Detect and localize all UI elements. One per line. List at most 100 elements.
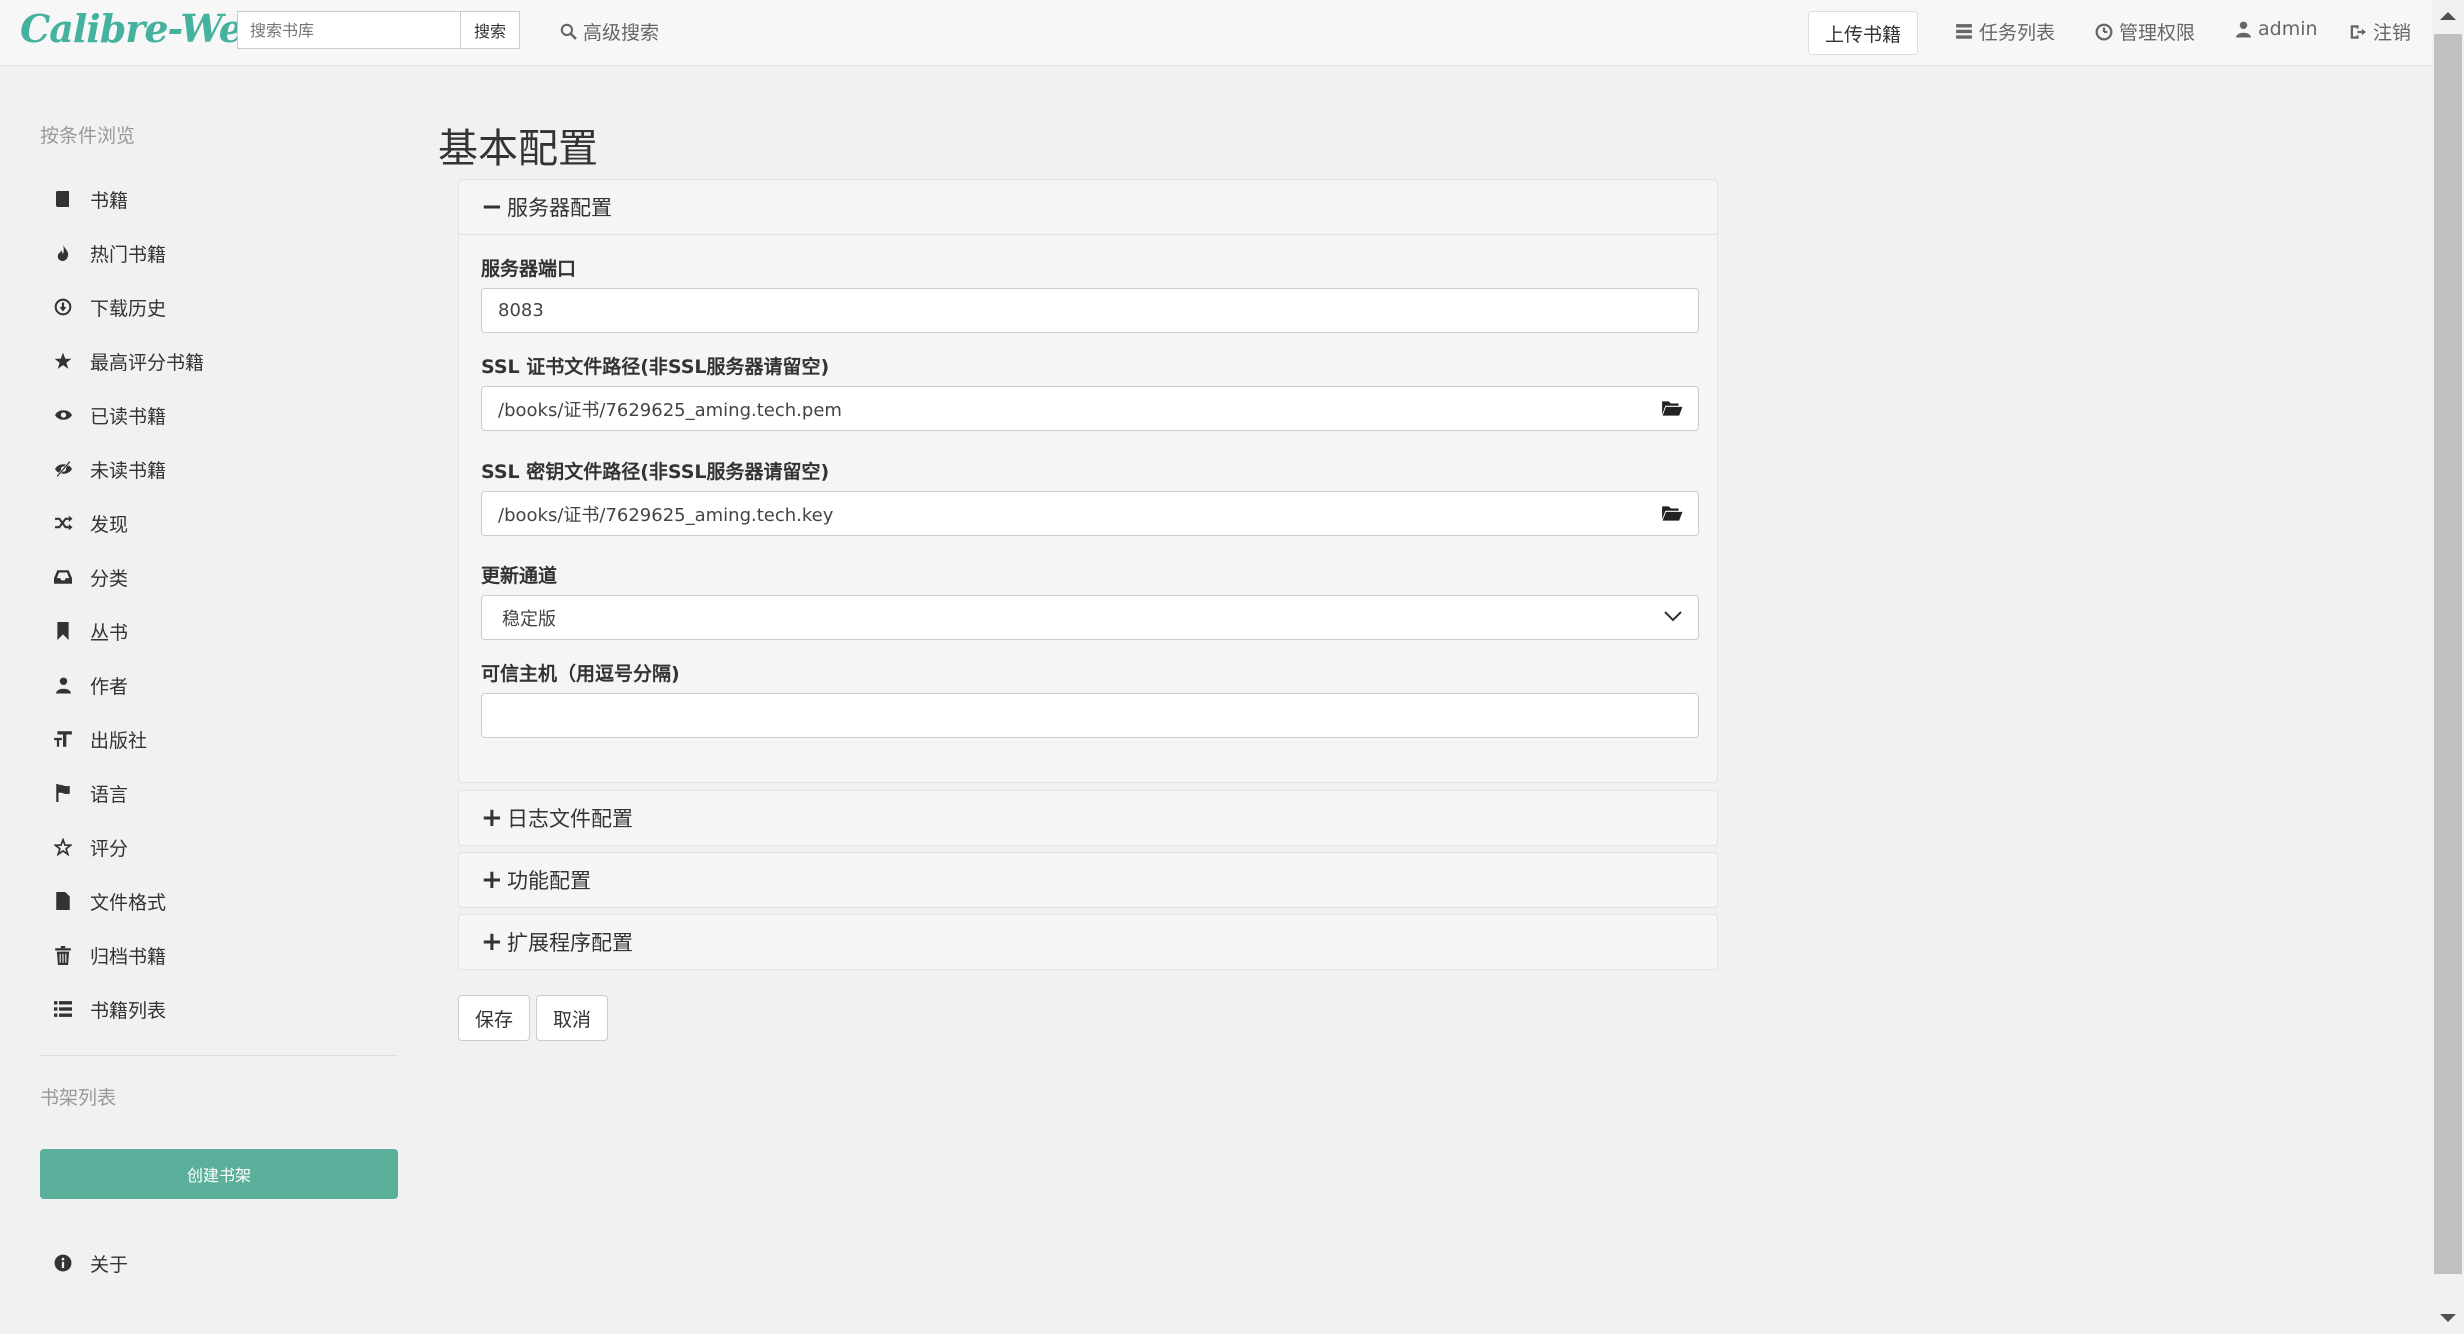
extension-config-title: 扩展程序配置 [507,931,633,955]
expand-icon: + [481,865,503,895]
sidebar-item-label: 作者 [90,675,129,698]
expand-icon: + [481,803,503,833]
sidebar-item-unread-books[interactable]: 未读书籍 [52,449,392,489]
ssl-key-label: SSL 密钥文件路径(非SSL服务器请留空) [481,461,830,483]
feature-config-header[interactable]: + 功能配置 [459,853,1717,907]
tasks-link[interactable]: 任务列表 [1955,18,2055,45]
trash-icon [52,944,74,966]
expand-icon: + [481,927,503,957]
server-config-header[interactable]: − 服务器配置 [459,180,1717,234]
feature-config-panel[interactable]: + 功能配置 [458,852,1718,908]
sidebar-item-label: 评分 [90,837,129,860]
brand-logo[interactable]: Calibre-Web [20,6,269,51]
sidebar-item-archived[interactable]: 归档书籍 [52,935,392,975]
ssl-cert-browse-button[interactable] [1646,386,1699,431]
trusted-hosts-label: 可信主机（用逗号分隔) [481,663,680,685]
port-label: 服务器端口 [481,258,577,280]
random-icon [52,512,74,534]
admin-panel-link[interactable]: 管理权限 [2095,18,2195,45]
text-size-icon [52,728,74,750]
sidebar-item-ratings[interactable]: 评分 [52,827,392,867]
user-icon [2236,21,2251,38]
user-label: admin [2258,18,2318,40]
sidebar-item-top-rated[interactable]: 最高评分书籍 [52,341,392,381]
sidebar-item-label: 热门书籍 [90,243,167,266]
feature-config-title: 功能配置 [507,869,591,893]
book-icon [52,188,74,210]
cancel-button[interactable]: 取消 [536,995,608,1041]
sidebar-item-discover[interactable]: 发现 [52,503,392,543]
ssl-key-browse-button[interactable] [1646,491,1699,536]
extension-config-header[interactable]: + 扩展程序配置 [459,915,1717,969]
scroll-down-arrow[interactable] [2440,1314,2456,1322]
list-icon [52,998,74,1020]
flag-icon [52,782,74,804]
sidebar-item-read-books[interactable]: 已读书籍 [52,395,392,435]
sidebar-item-label: 书籍 [90,189,129,212]
eye-icon [52,404,74,426]
sidebar-item-label: 丛书 [90,621,129,644]
ssl-cert-input[interactable]: /books/证书/7629625_aming.tech.pem [481,386,1647,431]
log-config-header[interactable]: + 日志文件配置 [459,791,1717,845]
search-button[interactable]: 搜索 [460,11,520,49]
ssl-cert-label: SSL 证书文件路径(非SSL服务器请留空) [481,356,830,378]
update-channel-label: 更新通道 [481,565,558,587]
update-channel-select[interactable]: 稳定版 [481,595,1699,640]
logout-label: 注销 [2373,22,2412,44]
dashboard-icon [2095,23,2113,40]
ssl-key-input[interactable]: /books/证书/7629625_aming.tech.key [481,491,1647,536]
log-config-panel[interactable]: + 日志文件配置 [458,790,1718,846]
search-icon [560,23,577,40]
sidebar-item-languages[interactable]: 语言 [52,773,392,813]
sidebar-item-about[interactable]: 关于 [52,1243,392,1283]
scroll-up-arrow[interactable] [2440,12,2456,20]
admin-panel-label: 管理权限 [2119,22,2196,44]
sidebar-item-label: 发现 [90,513,129,536]
shelves-heading: 书架列表 [40,1087,117,1109]
search-input[interactable] [237,11,461,49]
file-icon [52,890,74,912]
sidebar-item-books[interactable]: 书籍 [52,179,392,219]
top-navbar: Calibre-Web 搜索 高级搜索 上传书籍 任务列表 管理权限 admin… [0,0,2432,66]
star-empty-icon [52,836,74,858]
bookmark-icon [52,620,74,642]
extension-config-panel[interactable]: + 扩展程序配置 [458,914,1718,970]
sidebar-item-label: 出版社 [90,729,148,752]
sidebar-item-book-list[interactable]: 书籍列表 [52,989,392,1029]
sidebar-item-label: 语言 [90,783,129,806]
user-link[interactable]: admin [2235,18,2318,40]
sidebar-item-download-history[interactable]: 下载历史 [52,287,392,327]
update-channel-value: 稳定版 [502,608,556,630]
create-shelf-button[interactable]: 创建书架 [40,1149,398,1199]
sidebar-item-categories[interactable]: 分类 [52,557,392,597]
scrollbar-thumb[interactable] [2434,34,2462,1274]
server-config-title: 服务器配置 [507,196,612,220]
user-icon [52,674,74,696]
star-icon [52,350,74,372]
sidebar-item-publishers[interactable]: 出版社 [52,719,392,759]
sidebar-item-label: 未读书籍 [90,459,167,482]
sidebar-item-series[interactable]: 丛书 [52,611,392,651]
inbox-icon [52,566,74,588]
sidebar-item-label: 最高评分书籍 [90,351,205,374]
page-title: 基本配置 [438,126,598,172]
save-button[interactable]: 保存 [458,995,530,1041]
tasks-icon [1956,23,1972,39]
port-input[interactable]: 8083 [481,288,1699,333]
trusted-hosts-input[interactable] [481,693,1699,738]
collapse-icon: − [481,192,503,222]
upload-button[interactable]: 上传书籍 [1808,11,1918,55]
logout-link[interactable]: 注销 [2348,18,2411,45]
sidebar-item-authors[interactable]: 作者 [52,665,392,705]
server-config-panel: − 服务器配置 服务器端口 8083 SSL 证书文件路径(非SSL服务器请留空… [458,179,1718,783]
advanced-search-link[interactable]: 高级搜索 [560,18,659,45]
log-config-title: 日志文件配置 [507,807,633,831]
sidebar-item-label: 归档书籍 [90,945,167,968]
folder-open-icon [1662,401,1683,416]
eye-slash-icon [52,458,74,480]
sidebar-item-file-formats[interactable]: 文件格式 [52,881,392,921]
sidebar-item-label: 书籍列表 [90,999,167,1022]
sidebar-item-hot-books[interactable]: 热门书籍 [52,233,392,273]
server-config-body: 服务器端口 8083 SSL 证书文件路径(非SSL服务器请留空) /books… [459,234,1717,783]
sidebar-item-label: 文件格式 [90,891,167,914]
